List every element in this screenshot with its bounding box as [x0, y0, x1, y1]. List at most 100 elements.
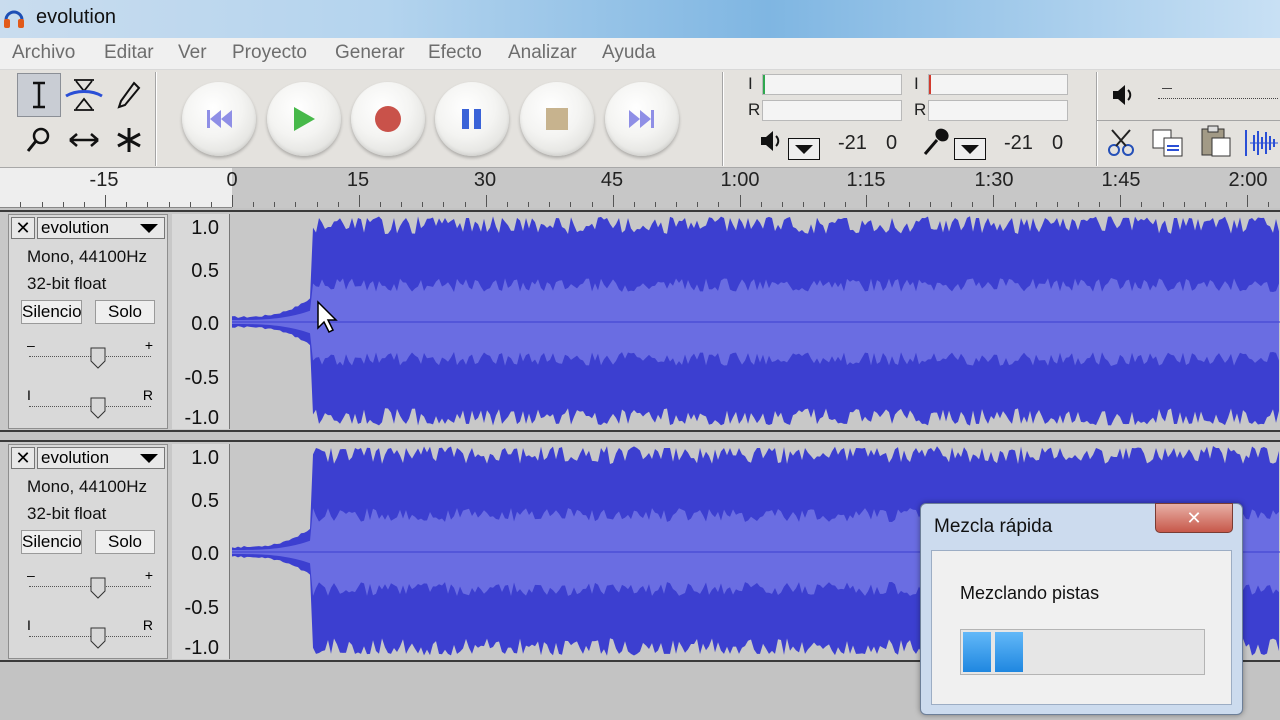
envelope-tool[interactable] — [62, 73, 106, 117]
track-close-button[interactable]: ✕ — [11, 217, 35, 239]
gain-slider-thumb[interactable] — [90, 347, 106, 369]
pan-right-label: R — [142, 617, 153, 633]
dialog-close-button[interactable]: ✕ — [1155, 503, 1233, 533]
ruler-tick — [422, 202, 423, 207]
ruler-tick — [549, 202, 550, 207]
toolbar-separator — [155, 72, 157, 166]
pencil-icon — [117, 81, 141, 109]
ruler-tick — [718, 202, 719, 207]
ruler-tick — [20, 202, 21, 207]
ruler-tick — [1057, 202, 1058, 207]
ruler-tick — [655, 202, 656, 207]
timeshift-tool[interactable] — [62, 118, 106, 162]
track-close-button[interactable]: ✕ — [11, 447, 35, 469]
ruler-tick — [274, 202, 275, 207]
skip-to-end-button[interactable] — [605, 82, 679, 156]
menu-generar[interactable]: Generar — [335, 42, 405, 64]
ruler-tick — [190, 202, 191, 207]
menu-ayuda[interactable]: Ayuda — [602, 42, 656, 64]
asterisk-icon — [117, 128, 141, 152]
audio-track[interactable]: ✕ evolution Mono, 44100Hz 32-bit float S… — [0, 210, 1280, 432]
play-icon — [294, 107, 315, 131]
ruler-label: -15 — [89, 169, 119, 191]
ruler-tick — [1205, 202, 1206, 207]
ruler-label: 30 — [473, 169, 497, 191]
gain-minus-label: – — [27, 567, 35, 583]
ruler-tick — [888, 202, 889, 207]
solo-button[interactable]: Solo — [95, 300, 155, 324]
chevron-down-icon — [795, 145, 813, 154]
mouse-cursor-icon — [317, 300, 338, 334]
ruler-tick — [1015, 202, 1016, 207]
input-meter-r-label: R — [914, 100, 927, 119]
gain-slider[interactable]: – + — [27, 337, 153, 369]
track-bitdepth: 32-bit float — [27, 504, 107, 523]
multi-tool[interactable] — [107, 118, 151, 162]
gain-plus-label: + — [144, 567, 153, 583]
chevron-down-icon — [961, 145, 979, 154]
ruler-tick — [1141, 202, 1142, 207]
output-meter-left[interactable] — [762, 74, 902, 95]
playback-volume-icon — [1113, 85, 1132, 105]
mute-button[interactable]: Silencio — [21, 300, 82, 324]
pause-button[interactable] — [435, 82, 509, 156]
ruler-tick — [761, 202, 762, 207]
ruler-label: 15 — [346, 169, 370, 191]
input-meter-right[interactable] — [928, 100, 1068, 121]
track-name-menu[interactable]: evolution — [37, 217, 165, 239]
waveform[interactable] — [232, 212, 1280, 430]
ruler-tick — [42, 202, 43, 207]
menu-efecto[interactable]: Efecto — [428, 42, 482, 64]
ruler-tick — [592, 202, 593, 207]
play-button[interactable] — [267, 82, 341, 156]
ruler-tick — [1099, 202, 1100, 207]
pan-slider[interactable]: I R — [27, 617, 153, 649]
gain-slider[interactable]: – + — [27, 567, 153, 599]
paste-icon[interactable] — [1198, 124, 1234, 160]
timeline-ruler[interactable]: -15 0 15 30 45 1:00 1:15 1:30 1:45 2:00 — [0, 168, 1280, 208]
trim-icon[interactable] — [1244, 126, 1280, 160]
mute-button[interactable]: Silencio — [21, 530, 82, 554]
selection-tool[interactable] — [17, 73, 61, 117]
pan-slider-thumb[interactable] — [90, 627, 106, 649]
solo-button[interactable]: Solo — [95, 530, 155, 554]
ruler-tick — [866, 195, 867, 207]
skip-start-icon — [207, 110, 232, 128]
menu-ver[interactable]: Ver — [178, 42, 207, 64]
ruler-tick — [380, 202, 381, 207]
output-meter-r-label: R — [748, 100, 761, 119]
copy-icon[interactable] — [1150, 126, 1188, 160]
scale-label: -0.5 — [184, 597, 219, 619]
output-meter-right[interactable] — [762, 100, 902, 121]
output-meter-menu-button[interactable] — [788, 138, 820, 160]
cut-icon[interactable] — [1104, 126, 1138, 160]
magnifier-icon — [26, 127, 50, 152]
input-meter-left[interactable] — [928, 74, 1068, 95]
ruler-tick — [147, 202, 148, 207]
pan-slider-thumb[interactable] — [90, 397, 106, 419]
skip-to-start-button[interactable] — [182, 82, 256, 156]
zoom-tool[interactable] — [17, 118, 61, 162]
menu-analizar[interactable]: Analizar — [508, 42, 577, 64]
draw-tool[interactable] — [107, 73, 151, 117]
track-format: Mono, 44100Hz — [27, 477, 148, 496]
input-meter-menu-button[interactable] — [954, 138, 986, 160]
menu-editar[interactable]: Editar — [104, 42, 154, 64]
title-bar[interactable]: evolution — [0, 0, 1280, 38]
ruler-tick — [443, 202, 444, 207]
menu-archivo[interactable]: Archivo — [12, 42, 75, 64]
track-name-menu[interactable]: evolution — [37, 447, 165, 469]
stop-button[interactable] — [520, 82, 594, 156]
record-button[interactable] — [351, 82, 425, 156]
audacity-app-icon — [4, 10, 24, 28]
gain-slider-thumb[interactable] — [90, 577, 106, 599]
playback-volume-slider[interactable] — [1158, 86, 1278, 104]
ruler-tick — [930, 202, 931, 207]
pan-slider[interactable]: I R — [27, 387, 153, 419]
menu-proyecto[interactable]: Proyecto — [232, 42, 307, 64]
toolbar-row-divider — [1096, 120, 1280, 121]
track-name: evolution — [41, 218, 110, 237]
ruler-tick — [528, 202, 529, 207]
amplitude-scale: 1.0 0.5 0.0 -0.5 -1.0 — [172, 444, 230, 659]
envelope-icon — [65, 79, 103, 111]
